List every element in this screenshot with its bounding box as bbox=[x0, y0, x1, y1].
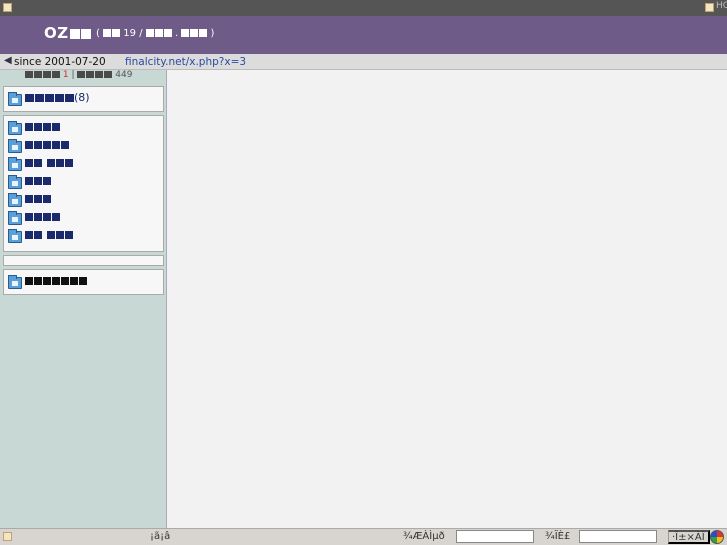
sidebar-box-menu bbox=[3, 115, 164, 252]
sidebar-item[interactable] bbox=[8, 228, 158, 244]
counter-total: 449 bbox=[115, 70, 133, 80]
counter-today: 1 bbox=[62, 70, 69, 80]
counter-separator: | bbox=[71, 70, 75, 80]
folder-icon bbox=[8, 193, 22, 207]
folder-icon bbox=[8, 229, 22, 243]
sidebar-item-count: (8) bbox=[74, 91, 90, 104]
password-label: ¾ÏÈ£ bbox=[545, 531, 571, 542]
login-button[interactable]: ·Î±×ÀÎ bbox=[668, 530, 710, 544]
visitor-counter: 1 | 449 bbox=[25, 70, 132, 80]
password-input[interactable] bbox=[579, 530, 657, 543]
folder-icon bbox=[8, 157, 22, 171]
sidebar: 1 | 449 (8) bbox=[0, 70, 167, 528]
folder-icon bbox=[8, 121, 22, 135]
sidebar-item[interactable] bbox=[8, 138, 158, 154]
sidebar-box-top: (8) bbox=[3, 86, 164, 112]
logo-text: OZ bbox=[44, 24, 69, 42]
site-header: OZ ( 19 / . ) bbox=[0, 16, 727, 54]
globe-icon[interactable] bbox=[710, 530, 724, 544]
window-square-icon bbox=[3, 3, 12, 12]
sidebar-item[interactable] bbox=[8, 120, 158, 136]
status-bar: ¡ã¡â ¾ÆÀÌµð ¾ÏÈ£ ·Î±×ÀÎ bbox=[0, 528, 727, 545]
id-label: ¾ÆÀÌµð bbox=[403, 531, 445, 542]
site-subtitle: ( 19 / . ) bbox=[96, 28, 215, 39]
sidebar-item[interactable] bbox=[8, 174, 158, 190]
folder-icon bbox=[8, 139, 22, 153]
folder-icon bbox=[8, 275, 22, 289]
sidebar-item[interactable] bbox=[8, 192, 158, 208]
main-content bbox=[167, 70, 727, 528]
logo-glyph bbox=[80, 28, 91, 39]
sidebar-item[interactable] bbox=[8, 156, 158, 172]
sidebar-item-bottom[interactable] bbox=[8, 274, 158, 290]
sidebar-item-top[interactable]: (8) bbox=[8, 91, 158, 107]
since-date: since 2001-07-20 bbox=[14, 56, 106, 68]
sidebar-box-bottom bbox=[3, 269, 164, 295]
arrow-left-icon[interactable]: ◀ bbox=[4, 55, 12, 66]
site-logo[interactable]: OZ bbox=[44, 24, 91, 42]
sidebar-spacer-box bbox=[3, 255, 164, 266]
top-bar: HC bbox=[0, 0, 727, 16]
folder-icon bbox=[8, 92, 22, 106]
subtitle-number: 19 bbox=[123, 28, 137, 39]
logo-glyph bbox=[69, 28, 80, 39]
folder-icon bbox=[8, 175, 22, 189]
info-bar: ◀ since 2001-07-20 finalcity.net/x.php?x… bbox=[0, 54, 727, 70]
folder-icon bbox=[8, 211, 22, 225]
status-text: ¡ã¡â bbox=[150, 531, 171, 542]
site-url-link[interactable]: finalcity.net/x.php?x=3 bbox=[125, 56, 246, 68]
sidebar-item[interactable] bbox=[8, 210, 158, 226]
id-input[interactable] bbox=[456, 530, 534, 543]
window-square-icon bbox=[705, 3, 714, 12]
window-square-icon bbox=[3, 532, 12, 541]
top-right-label: HC bbox=[716, 1, 727, 11]
